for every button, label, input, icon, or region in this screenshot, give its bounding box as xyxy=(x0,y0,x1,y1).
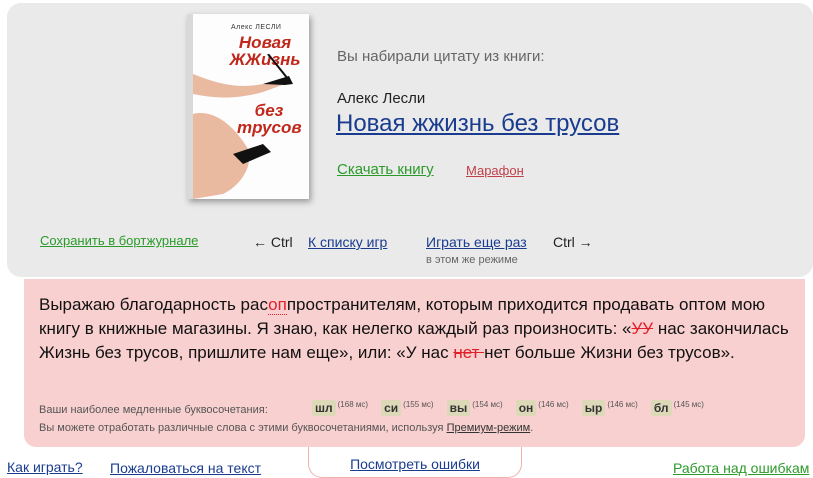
quote-part-1: Выражаю благодарность рас xyxy=(39,295,269,314)
book-author: Алекс Лесли xyxy=(337,90,426,107)
combo-chip: он xyxy=(515,400,537,416)
combo-ms: (146 мс) xyxy=(607,400,638,410)
book-cover-image[interactable]: Алекс ЛЕСЛИ Новая ЖЖизнь без трусов xyxy=(187,14,309,199)
quote-error-3: нет xyxy=(453,343,485,362)
ctrl-left-hint: ← Ctrl xyxy=(253,234,293,250)
typed-quote-caption: Вы набирали цитату из книги: xyxy=(337,48,545,65)
practice-note: Вы можете отработать различные слова с э… xyxy=(39,422,533,434)
combo-ms: (145 мс) xyxy=(673,400,704,410)
play-again-link[interactable]: Играть еще раз xyxy=(426,234,527,250)
same-mode-note: в этом же режиме xyxy=(426,254,518,266)
cover-title-line1: Новая xyxy=(238,33,292,52)
slow-combos-caption: Ваши наиболее медленные буквосочетания: xyxy=(39,404,268,416)
combo-ms: (154 мс) xyxy=(472,400,503,410)
combo-ms: (146 мс) xyxy=(538,400,569,410)
combo-chip: ыр xyxy=(581,400,606,416)
view-errors-link[interactable]: Посмотреть ошибки xyxy=(350,456,480,472)
download-book-link[interactable]: Скачать книгу xyxy=(337,161,434,178)
premium-mode-link[interactable]: Премиум-режим xyxy=(447,422,531,434)
slow-combos-list: шл (168 мс) си (155 мс) вы (154 мс) он (146 … xyxy=(312,400,714,416)
combo-chip: вы xyxy=(446,400,471,416)
combo-chip: бл xyxy=(650,400,672,416)
quote-part-4: нет больше Жизни без трусов». xyxy=(484,343,735,362)
book-title-link[interactable]: Новая жжизнь без трусов xyxy=(336,110,619,138)
cover-author: Алекс ЛЕСЛИ xyxy=(231,24,282,31)
save-to-log-link[interactable]: Сохранить в бортжурнале xyxy=(40,233,198,248)
practice-end: . xyxy=(530,422,534,434)
how-to-play-link[interactable]: Как играть? xyxy=(7,459,83,475)
game-mode-link[interactable]: Марафон xyxy=(466,163,524,178)
quote-error-1: оп xyxy=(268,295,287,315)
combo-chip: си xyxy=(381,400,402,416)
quote-error-2: УУ xyxy=(631,319,654,338)
typed-quote-text: Выражаю благодарность расоппространителя… xyxy=(39,293,789,365)
combo-chip: шл xyxy=(312,400,336,416)
combo-ms: (155 мс) xyxy=(403,400,434,410)
practice-text: Вы можете отработать различные слова с э… xyxy=(39,422,447,434)
combo-ms: (168 мс) xyxy=(337,400,369,410)
ctrl-right-hint: Ctrl → xyxy=(553,234,593,250)
to-games-list-link[interactable]: К списку игр xyxy=(308,234,387,250)
cover-illustration xyxy=(193,54,293,199)
view-errors-tab[interactable]: Посмотреть ошибки xyxy=(308,447,522,478)
